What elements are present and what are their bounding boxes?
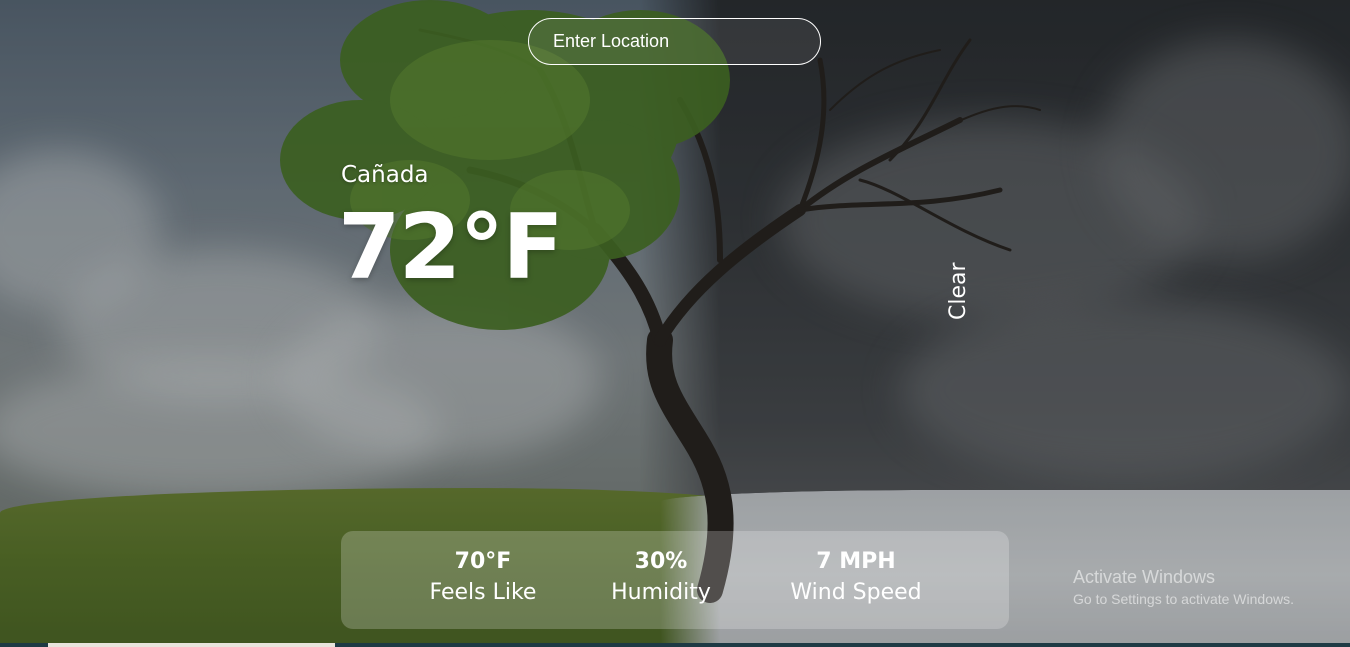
taskbar-edge	[0, 643, 1350, 647]
feels-like-stat: 70°F Feels Like	[413, 549, 553, 605]
humidity-label: Humidity	[611, 580, 711, 605]
wind-speed-label: Wind Speed	[790, 580, 922, 605]
humidity-value: 30%	[634, 549, 688, 574]
wind-speed-stat: 7 MPH Wind Speed	[761, 549, 951, 605]
feels-like-label: Feels Like	[429, 580, 537, 605]
watermark-subtitle: Go to Settings to activate Windows.	[1073, 591, 1294, 607]
location-search-input[interactable]	[528, 18, 821, 65]
wind-speed-value: 7 MPH	[816, 549, 896, 574]
taskbar-highlight	[48, 643, 335, 647]
feels-like-value: 70°F	[454, 549, 512, 574]
weather-condition: Clear	[946, 262, 971, 320]
activate-windows-watermark: Activate Windows Go to Settings to activ…	[1073, 567, 1294, 607]
location-name: Cañada	[341, 162, 429, 188]
current-temperature: 72°F	[338, 195, 564, 300]
humidity-stat: 30% Humidity	[591, 549, 731, 605]
watermark-title: Activate Windows	[1073, 567, 1216, 587]
weather-stats-panel: 70°F Feels Like 30% Humidity 7 MPH Wind …	[341, 531, 1009, 629]
